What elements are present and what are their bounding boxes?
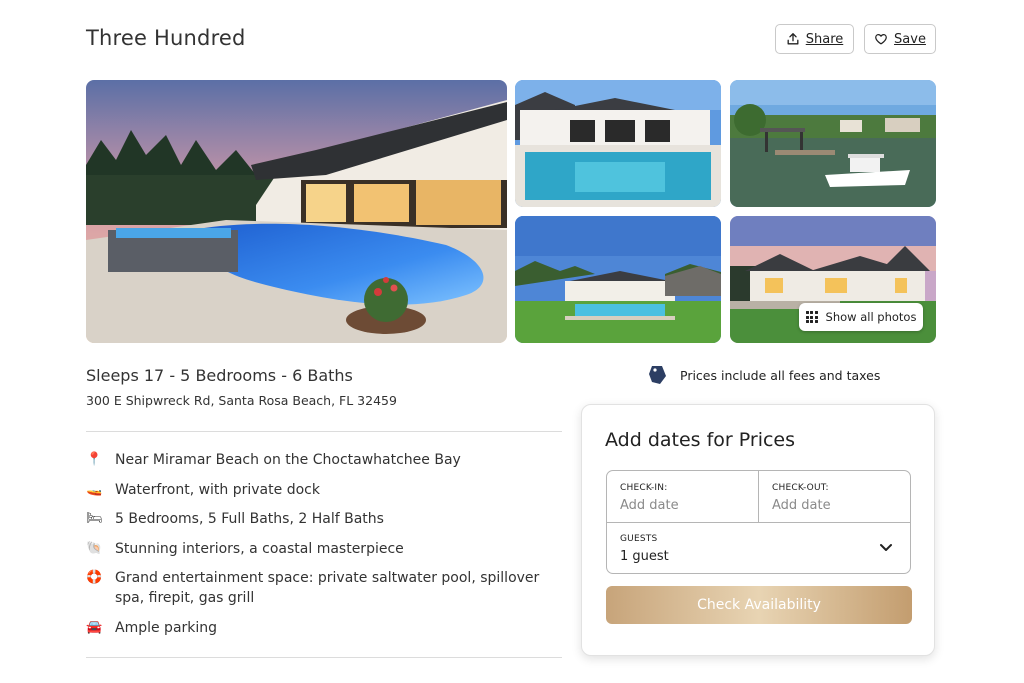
chevron-down-icon [880, 544, 892, 551]
listing-address: 300 E Shipwreck Rd, Santa Rosa Beach, FL… [86, 393, 397, 408]
check-out-field[interactable]: CHECK-OUT: Add date [759, 471, 910, 523]
feature-text: Near Miramar Beach on the Choctawhatchee… [115, 452, 461, 468]
feature-list: 📍 Near Miramar Beach on the Choctawhatch… [86, 450, 562, 647]
boat-icon: 🚤 [86, 481, 103, 497]
photo-pool-daytime[interactable] [515, 80, 721, 207]
price-note: Prices include all fees and taxes [648, 364, 880, 386]
shell-icon: 🐚 [86, 540, 103, 556]
guests-value: 1 guest [620, 549, 669, 564]
feature-item: 🛏 5 Bedrooms, 5 Full Baths, 2 Half Baths [86, 509, 562, 529]
map-pin-icon: 📍 [86, 452, 103, 467]
listing-summary: Sleeps 17 - 5 Bedrooms - 6 Baths [86, 366, 353, 385]
feature-item: 🛟 Grand entertainment space: private sal… [86, 568, 562, 608]
car-icon: 🚘 [86, 619, 103, 635]
feature-item: 🚤 Waterfront, with private dock [86, 480, 562, 500]
divider [86, 431, 562, 432]
feature-item: 📍 Near Miramar Beach on the Choctawhatch… [86, 450, 562, 470]
upload-icon [787, 33, 799, 45]
feature-text: Stunning interiors, a coastal masterpiec… [115, 540, 404, 557]
share-button[interactable]: Share [775, 24, 854, 54]
feature-text: Grand entertainment space: private saltw… [115, 570, 540, 606]
price-note-text: Prices include all fees and taxes [680, 367, 881, 383]
bed-icon: 🛏 [86, 511, 103, 526]
photo-boat-dock[interactable] [730, 80, 936, 207]
share-label: Share [805, 31, 844, 47]
check-availability-button[interactable]: Check Availability [606, 586, 912, 624]
photo-backyard-aerial[interactable] [515, 216, 721, 343]
lifebuoy-icon: 🛟 [86, 570, 103, 585]
date-guest-picker: CHECK-IN: Add date CHECK-OUT: Add date G… [606, 470, 911, 574]
check-in-value: Add date [620, 498, 679, 513]
feature-item: 🐚 Stunning interiors, a coastal masterpi… [86, 539, 562, 559]
show-all-photos-label: Show all photos [825, 310, 917, 324]
check-in-field[interactable]: CHECK-IN: Add date [607, 471, 759, 523]
feature-item: 🚘 Ample parking [86, 618, 562, 638]
save-button[interactable]: Save [864, 24, 936, 54]
check-in-label: CHECK-IN: [620, 483, 668, 493]
page-title: Three Hundred [86, 26, 246, 50]
main-photo-pool-dusk[interactable] [86, 80, 507, 343]
show-all-photos-button[interactable]: Show all photos [799, 303, 923, 331]
feature-text: Waterfront, with private dock [115, 481, 320, 498]
guests-select[interactable]: GUESTS 1 guest [607, 523, 910, 573]
heart-icon [875, 34, 887, 45]
booking-card-title: Add dates for Prices [605, 429, 796, 451]
booking-card: Add dates for Prices CHECK-IN: Add date … [581, 404, 935, 656]
feature-text: 5 Bedrooms, 5 Full Baths, 2 Half Baths [115, 511, 384, 527]
feature-text: Ample parking [115, 619, 218, 636]
check-out-label: CHECK-OUT: [772, 483, 829, 493]
guests-label: GUESTS [620, 534, 658, 544]
check-out-value: Add date [772, 498, 831, 513]
divider [86, 657, 562, 658]
grid-dots-icon [805, 311, 818, 323]
save-label: Save [894, 31, 926, 47]
price-tag-icon [649, 366, 666, 384]
